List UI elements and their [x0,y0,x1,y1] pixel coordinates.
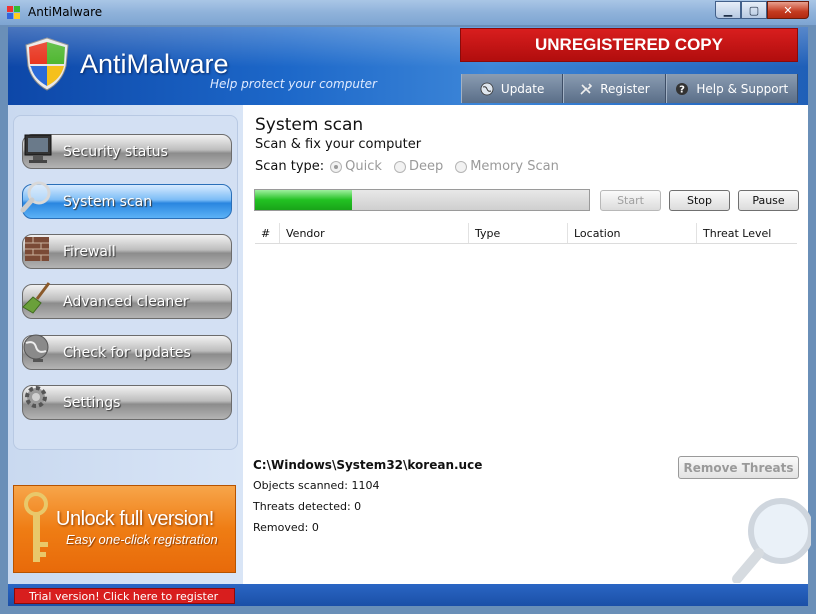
close-button[interactable]: ✕ [767,1,809,19]
tab-label: Help & Support [696,81,789,96]
radio-label: Quick [345,159,382,174]
trial-register-link[interactable]: Trial version! Click here to register [14,588,235,604]
scan-progress-bar [254,189,590,211]
tab-label: Update [500,81,545,96]
title-bar: AntiMalware ▁ ▢ ✕ [0,0,816,26]
window-controls: ▁ ▢ ✕ [715,1,809,19]
column-header-location[interactable]: Location [568,223,697,243]
scan-type-label: Scan type: [255,159,325,174]
stop-button[interactable]: Stop [669,190,730,211]
pause-button[interactable]: Pause [738,190,799,211]
page-subtitle: Scan & fix your computer [255,137,422,152]
app-icon [7,6,20,19]
tab-register[interactable]: Register [563,74,666,103]
unlock-subtitle: Easy one-click registration [66,532,218,547]
maximize-button[interactable]: ▢ [741,1,767,19]
radio-memory-scan[interactable]: Memory Scan [455,159,559,174]
radio-quick[interactable]: Quick [330,159,382,174]
status-bar: Trial version! Click here to register [8,584,808,606]
column-header-vendor[interactable]: Vendor [280,223,469,243]
sidebar-item-check-for-updates[interactable]: Check for updates [22,334,232,370]
minimize-button[interactable]: ▁ [715,1,741,19]
brand-tagline: Help protect your computer [210,77,377,91]
sidebar: Security status System scan Firewall Adv… [8,105,243,584]
globe-icon [23,334,49,362]
brand-title: AntiMalware [80,49,229,79]
sidebar-item-label: Advanced cleaner [63,293,189,310]
radio-label: Deep [408,159,444,174]
column-header-threat-level[interactable]: Threat Level [697,223,797,243]
current-scanned-file: C:\Windows\System32\korean.uce [253,458,483,472]
main-panel: System scan Scan & fix your computer Sca… [243,105,811,584]
sidebar-item-label: Check for updates [63,344,191,361]
sidebar-menu: Security status System scan Firewall Adv… [13,115,238,450]
objects-scanned: Objects scanned: 1104 [253,479,380,492]
header-tabs: Update Register ? Help & Support [461,74,798,103]
page-title: System scan [255,115,364,135]
progress-fill [255,190,352,210]
sidebar-item-label: Settings [63,394,121,411]
start-button[interactable]: Start [600,190,661,211]
shield-icon [25,37,69,91]
sidebar-item-firewall[interactable]: Firewall [22,234,232,269]
radio-dot [393,160,406,173]
tab-update[interactable]: Update [461,74,564,103]
monitor-icon [24,134,52,163]
keys-icon [24,492,48,562]
globe-icon [480,82,494,95]
threats-detected: Threats detected: 0 [253,500,362,513]
radio-label: Memory Scan [470,159,559,174]
help-icon: ? [676,82,689,95]
column-header-number[interactable]: # [255,223,280,243]
unlock-full-version-button[interactable]: Unlock full version! Easy one-click regi… [13,485,236,573]
brick-wall-icon [25,237,49,261]
sidebar-item-advanced-cleaner[interactable]: Advanced cleaner [22,282,232,319]
sidebar-item-system-scan[interactable]: System scan [20,181,232,219]
magnifier-icon [20,181,51,213]
scan-type-group: Scan type: Quick Deep Memory Scan [255,159,567,174]
threat-table-header: # Vendor Type Location Threat Level [255,223,797,244]
removed-count: Removed: 0 [253,521,319,534]
tab-help-support[interactable]: ? Help & Support [665,74,798,103]
window-title: AntiMalware [28,5,103,19]
unlock-title: Unlock full version! [56,508,214,530]
sidebar-item-label: System scan [63,193,153,210]
gear-icon [25,386,47,408]
unregistered-banner[interactable]: UNREGISTERED COPY [460,28,798,62]
column-header-type[interactable]: Type [469,223,568,243]
tools-icon [580,82,593,95]
radio-dot [330,160,343,173]
sidebar-item-label: Firewall [63,243,116,260]
header-banner: AntiMalware Help protect your computer U… [8,27,808,105]
tab-label: Register [600,81,650,96]
sidebar-item-security-status[interactable]: Security status [22,134,232,169]
radio-dot [455,160,468,173]
svg-text:?: ? [679,84,685,95]
magnifier-icon [732,498,811,583]
sidebar-item-settings[interactable]: Settings [22,385,232,420]
remove-threats-button[interactable]: Remove Threats [678,456,799,479]
sidebar-item-label: Security status [63,143,168,160]
radio-deep[interactable]: Deep [393,159,444,174]
broom-icon [22,282,51,314]
